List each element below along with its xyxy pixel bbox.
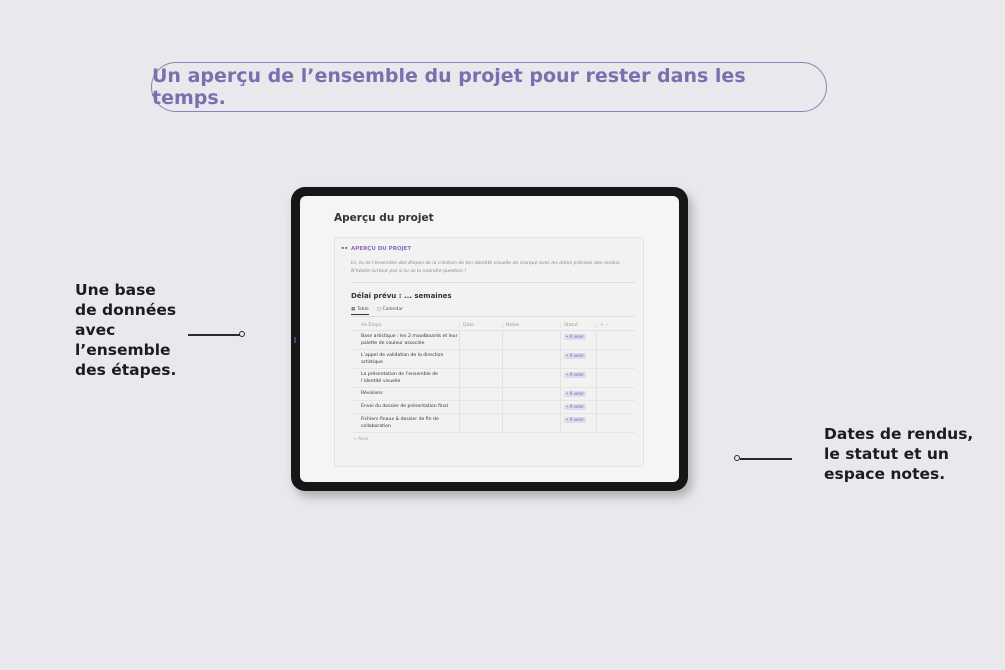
status-cell[interactable]: • À venir — [560, 350, 596, 368]
step-cell[interactable]: Fichiers finaux & dossier de fin de coll… — [351, 414, 459, 432]
date-cell[interactable] — [459, 369, 502, 387]
table-row[interactable]: Révisions • À venir — [351, 388, 635, 401]
tab-table-label: Table — [356, 307, 369, 312]
table-row[interactable]: La présentation de l’ensemble de l’ident… — [351, 369, 635, 388]
status-cell[interactable]: • À venir — [560, 401, 596, 413]
notes-cell[interactable] — [502, 414, 560, 432]
date-cell[interactable] — [459, 350, 502, 368]
table-row[interactable]: Fichiers finaux & dossier de fin de coll… — [351, 414, 635, 433]
status-badge: • À venir — [564, 334, 586, 340]
callout-left-line: avec — [75, 321, 116, 339]
status-badge: • À venir — [564, 417, 586, 423]
column-status[interactable]: Statut — [560, 322, 596, 328]
tab-calendar[interactable]: ▢ Calendar — [377, 307, 403, 315]
status-cell[interactable]: • À venir — [560, 414, 596, 432]
divider — [351, 282, 635, 283]
delay-title: Délai prévu : ... semaines — [351, 292, 452, 300]
tablet-side-button — [294, 337, 296, 343]
status-badge: • À venir — [564, 353, 586, 359]
notes-cell[interactable] — [502, 388, 560, 400]
page-title: Aperçu du projet — [334, 212, 434, 224]
status-cell[interactable]: • À venir — [560, 331, 596, 349]
notes-cell[interactable] — [502, 331, 560, 349]
table-row[interactable]: Base artistique : les 2 moodboards et le… — [351, 331, 635, 350]
status-badge: • À venir — [564, 391, 586, 397]
empty-cell — [596, 388, 635, 400]
intro-text: Ici, tu as l’ensemble des étapes de la c… — [351, 261, 621, 274]
date-cell[interactable] — [459, 388, 502, 400]
callout-left-line: de données — [75, 301, 177, 319]
connector-line-right — [740, 458, 792, 460]
column-notes[interactable]: Notes — [502, 322, 560, 328]
callout-left-line: l’ensemble — [75, 341, 171, 359]
status-cell[interactable]: • À venir — [560, 369, 596, 387]
card-header-label: APERÇU DU PROJET — [351, 246, 412, 252]
new-row-button[interactable]: + New — [351, 433, 635, 442]
callout-right: Dates de rendus, le statut et un espace … — [824, 424, 994, 484]
view-tabs: ▦ Table ▢ Calendar — [351, 307, 403, 315]
step-cell[interactable]: La présentation de l’ensemble de l’ident… — [351, 369, 459, 387]
steps-table: Aa Étape Date Notes Statut + ··· Base ar… — [351, 320, 635, 442]
callout-left-line: Une base — [75, 281, 156, 299]
date-cell[interactable] — [459, 414, 502, 432]
tab-calendar-label: Calendar — [382, 307, 404, 312]
column-date[interactable]: Date — [459, 322, 502, 328]
tab-table[interactable]: ▦ Table — [351, 307, 369, 315]
status-cell[interactable]: • À venir — [560, 388, 596, 400]
empty-cell — [596, 401, 635, 413]
callout-right-line: Dates de rendus, — [824, 425, 974, 443]
step-cell[interactable]: Révisions — [351, 388, 459, 400]
eyes-icon: •• — [341, 246, 349, 252]
headline-pill: Un aperçu de l’ensemble du projet pour r… — [151, 62, 827, 112]
step-cell[interactable]: Envoi du dossier de présentation final — [351, 401, 459, 413]
date-cell[interactable] — [459, 331, 502, 349]
date-cell[interactable] — [459, 401, 502, 413]
callout-left-line: des étapes. — [75, 361, 177, 379]
callout-left: Une base de données avec l’ensemble des … — [75, 280, 195, 380]
empty-cell — [596, 350, 635, 368]
add-column-button[interactable]: + ··· — [596, 322, 635, 328]
empty-cell — [596, 414, 635, 432]
status-badge: • À venir — [564, 372, 586, 378]
card-header: •• APERÇU DU PROJET — [341, 246, 411, 252]
overview-card: •• APERÇU DU PROJET Ici, tu as l’ensemble… — [334, 237, 644, 467]
notes-cell[interactable] — [502, 401, 560, 413]
column-step[interactable]: Aa Étape — [351, 323, 459, 328]
empty-cell — [596, 369, 635, 387]
empty-cell — [596, 331, 635, 349]
callout-right-line: espace notes. — [824, 465, 946, 483]
connector-line-left — [188, 334, 240, 336]
connector-dot-left — [239, 331, 245, 337]
notes-cell[interactable] — [502, 369, 560, 387]
table-row[interactable]: L’appel de validation de la direction ar… — [351, 350, 635, 369]
notes-cell[interactable] — [502, 350, 560, 368]
tablet-frame: Aperçu du projet •• APERÇU DU PROJET Ici,… — [291, 187, 688, 491]
tabs-divider — [351, 316, 635, 317]
tablet-screen: Aperçu du projet •• APERÇU DU PROJET Ici,… — [300, 196, 679, 482]
step-cell[interactable]: Base artistique : les 2 moodboards et le… — [351, 331, 459, 349]
table-row[interactable]: Envoi du dossier de présentation final •… — [351, 401, 635, 414]
status-badge: • À venir — [564, 404, 586, 410]
step-cell[interactable]: L’appel de validation de la direction ar… — [351, 350, 459, 368]
connector-dot-right — [734, 455, 740, 461]
headline-text: Un aperçu de l’ensemble du projet pour r… — [152, 65, 746, 109]
callout-right-line: le statut et un — [824, 445, 949, 463]
table-header: Aa Étape Date Notes Statut + ··· — [351, 320, 635, 331]
